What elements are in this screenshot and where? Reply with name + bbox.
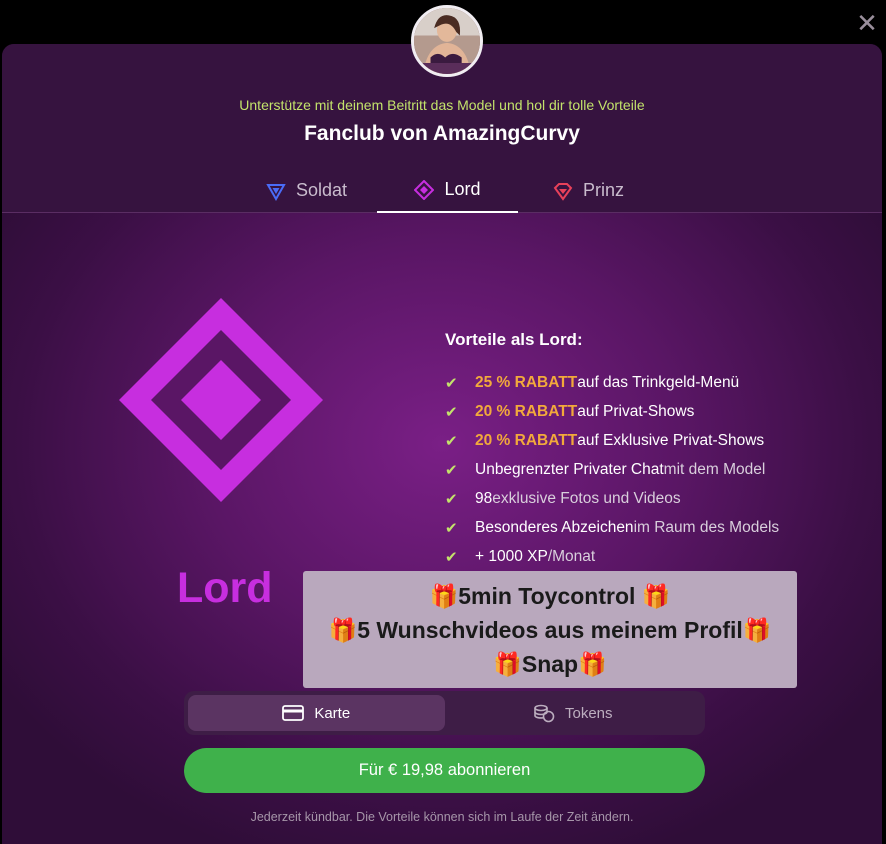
subscribe-button[interactable]: Für € 19,98 abonnieren [184, 748, 705, 793]
tab-soldat[interactable]: Soldat [236, 168, 377, 213]
benefit-item: ✔ + 1000 XP /Monat [445, 547, 596, 566]
close-button[interactable]: ✕ [852, 8, 882, 38]
coins-icon [534, 704, 555, 723]
lord-diamond-emblem [119, 298, 323, 502]
fanclub-subtitle: Unterstütze mit deinem Beitritt das Mode… [239, 97, 645, 113]
tab-label: Lord [444, 179, 481, 199]
promo-line: 🎁5min Toycontrol 🎁 [429, 582, 671, 609]
benefit-item: ✔ Unbegrenzter Privater Chat mit dem Mode… [445, 460, 766, 479]
payment-tokens-option[interactable]: Tokens [445, 695, 702, 731]
benefit-item: ✔ 20 % RABATT auf Exklusive Privat-Shows [445, 431, 765, 450]
cancellation-note: Jederzeit kündbar. Die Vorteile können s… [250, 810, 634, 824]
check-icon: ✔ [445, 490, 458, 508]
benefit-item: ✔ Besonderes Abzeichen im Raum des Models [445, 518, 780, 537]
tab-label: Prinz [582, 180, 624, 200]
payment-tokens-label: Tokens [564, 704, 613, 722]
benefit-item: ✔ 20 % RABATT auf Privat-Shows [445, 402, 695, 421]
benefit-item: ✔ 25 % RABATT auf das Trinkgeld-Menü [445, 373, 740, 392]
payment-card-option[interactable]: Karte [188, 695, 445, 731]
benefits-title: Vorteile als Lord: [445, 330, 583, 349]
check-icon: ✔ [445, 374, 458, 392]
avatar-image [414, 8, 480, 74]
tier-name: Lord [177, 564, 273, 612]
triangle-down-icon [266, 183, 286, 201]
check-icon: ✔ [445, 519, 458, 537]
check-icon: ✔ [445, 432, 458, 450]
tier-tabs: Soldat Lord Prinz [236, 168, 659, 213]
payment-method-toggle: Karte Tokens [184, 691, 705, 735]
credit-card-icon [282, 705, 305, 721]
benefit-item: ✔ 98 exklusive Fotos und Videos [445, 489, 681, 508]
tab-lord[interactable]: Lord [377, 168, 518, 213]
diamond-icon [414, 179, 435, 200]
promo-line: 🎁Snap🎁 [493, 650, 607, 677]
check-icon: ✔ [445, 548, 458, 566]
check-icon: ✔ [445, 461, 458, 479]
promo-overlay: 🎁5min Toycontrol 🎁 🎁5 Wunschvideos aus m… [303, 571, 797, 688]
promo-line: 🎁5 Wunschvideos aus meinem Profil🎁 [328, 616, 772, 643]
tab-label: Soldat [295, 180, 348, 200]
check-icon: ✔ [445, 403, 458, 421]
benefits-list: ✔ 25 % RABATT auf das Trinkgeld-Menü ✔ 20 … [445, 368, 779, 571]
payment-card-label: Karte [314, 704, 351, 722]
fanclub-modal: Unterstütze mit deinem Beitritt das Mode… [2, 44, 882, 844]
fanclub-title: Fanclub von AmazingCurvy [304, 122, 580, 145]
tab-prinz[interactable]: Prinz [518, 168, 659, 213]
model-avatar [411, 5, 483, 77]
gem-icon [553, 182, 573, 201]
